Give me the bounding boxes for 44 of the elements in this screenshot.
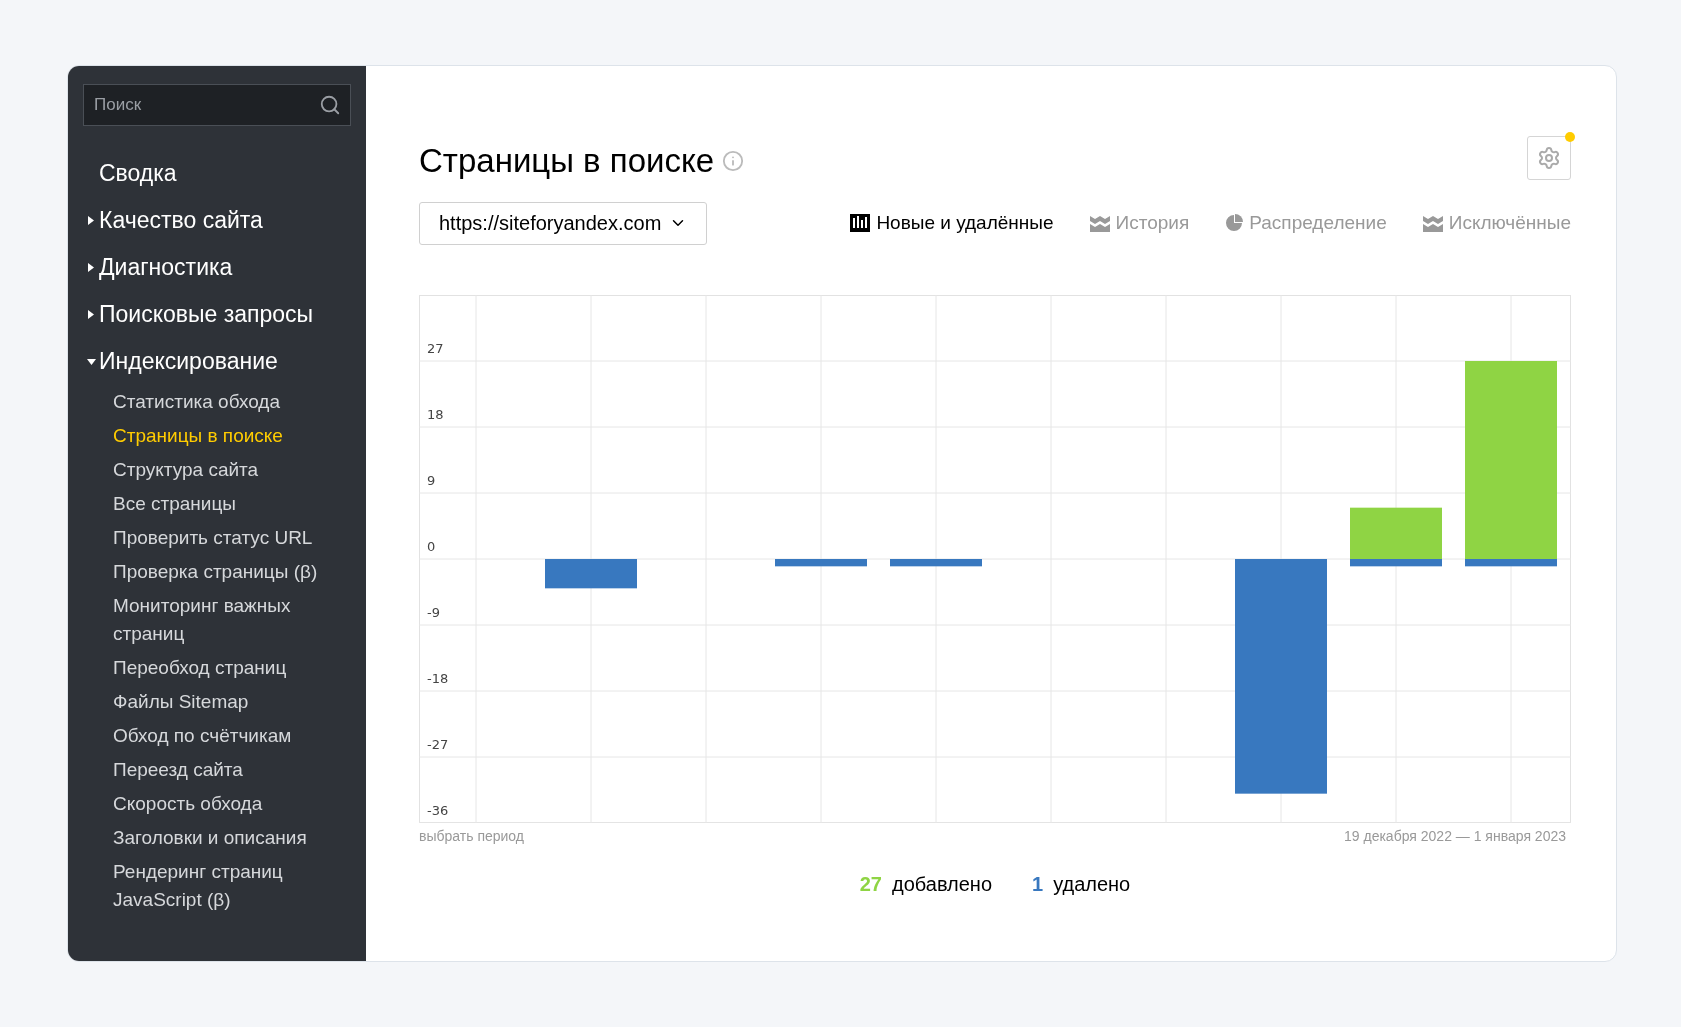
nav-subitem[interactable]: Страницы в поиске [113, 419, 333, 453]
nav-subitem[interactable]: Файлы Sitemap [113, 685, 333, 719]
y-axis-label: -18 [427, 670, 449, 686]
nav-subitem[interactable]: Все страницы [113, 487, 333, 521]
bar-chart-icon [850, 214, 871, 232]
y-axis-label: -36 [427, 802, 449, 818]
y-axis-label: -27 [427, 736, 449, 752]
nav-subitem[interactable]: Проверка страницы (β) [113, 555, 333, 589]
nav-subitem[interactable]: Проверить статус URL [113, 521, 333, 555]
nav-subitem[interactable]: Заголовки и описания [113, 821, 333, 855]
nav-item[interactable]: Сводка [83, 150, 351, 197]
nav-subitem[interactable]: Структура сайта [113, 453, 333, 487]
nav-item[interactable]: Индексирование [83, 338, 351, 385]
site-dropdown[interactable]: https://siteforyandex.com [419, 201, 708, 245]
search-field[interactable]: Поиск [83, 84, 351, 126]
summary-count: 27 [859, 871, 882, 897]
y-axis-label: 18 [427, 406, 444, 422]
search-icon[interactable] [319, 94, 341, 116]
summary-label: удалено [1053, 871, 1131, 897]
pie-chart-icon [1225, 214, 1244, 232]
nav-subitem[interactable]: Переезд сайта [113, 753, 333, 787]
y-axis-label: 27 [427, 340, 444, 356]
chart-tab[interactable]: Новые и удалённые [850, 208, 1054, 238]
page-title: Страницы в поиске [419, 141, 715, 181]
nav-subitem[interactable]: Обход по счётчикам [113, 719, 333, 753]
nav-subitem[interactable]: Переобход страниц [113, 651, 333, 685]
y-axis-label: 0 [427, 538, 436, 554]
nav-subitem[interactable]: Рендеринг страниц JavaScript (β) [113, 855, 333, 917]
settings-icon [1537, 146, 1561, 170]
wave-chart-icon [1422, 214, 1443, 232]
wave-chart-icon [1089, 214, 1110, 232]
settings-button[interactable] [1527, 136, 1571, 180]
nav-subitem[interactable]: Скорость обхода [113, 787, 333, 821]
date-range: 19 декабря 2022 — 1 января 2023 [1344, 826, 1567, 846]
nav-item[interactable]: Поисковые запросы [83, 291, 351, 338]
nav-subitem[interactable]: Мониторинг важных страниц [113, 589, 333, 651]
y-axis-label: -9 [427, 604, 440, 620]
summary-label: добавлено [892, 871, 993, 897]
summary-count: 1 [1032, 871, 1044, 897]
nav-item[interactable]: Диагностика [83, 244, 351, 291]
y-axis-label: 9 [427, 472, 436, 488]
nav-subitem[interactable]: Статистика обхода [113, 385, 333, 419]
nav-item[interactable]: Качество сайта [83, 197, 351, 244]
info-icon[interactable] [722, 149, 745, 172]
